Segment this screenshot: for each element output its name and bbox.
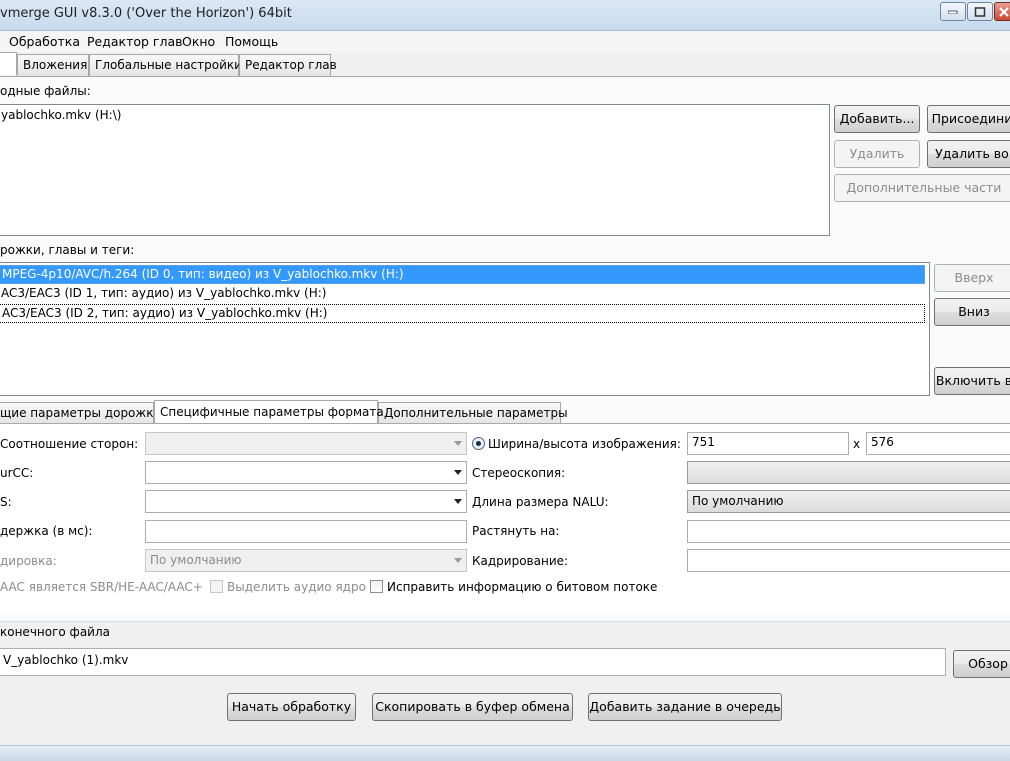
fps-select[interactable]	[145, 490, 467, 513]
status-bar	[0, 745, 1010, 761]
source-files-label: одные файлы:	[0, 84, 91, 98]
props-tab-row: щие параметры дорожки Специфичные параме…	[0, 400, 1010, 424]
append-file-button[interactable]: Присоедини	[927, 105, 1010, 133]
menu-processing[interactable]: Обработка	[9, 34, 80, 49]
aspect-ratio-select[interactable]	[145, 432, 467, 455]
fourcc-select[interactable]	[145, 461, 467, 484]
tracks-label: рожки, главы и теги:	[0, 243, 135, 257]
nalu-size-select[interactable]: По умолчанию	[687, 490, 1010, 513]
sbr-aac-label: AAC является SBR/HE-AAC/AAC+	[0, 580, 203, 594]
delay-input[interactable]	[145, 520, 467, 543]
track-row[interactable]: MPEG-4p10/AVC/h.264 (ID 0, тип: видео) и…	[0, 265, 925, 284]
encoding-value: По умолчанию	[150, 553, 242, 567]
aspect-ratio-label: Соотношение сторон:	[0, 437, 139, 451]
add-file-button[interactable]: Добавить...	[834, 105, 920, 133]
move-down-button[interactable]: Вниз	[934, 298, 1010, 326]
crop-label: Кадрирование:	[472, 554, 569, 568]
encoding-label: дировка:	[0, 554, 57, 568]
width-input[interactable]: 751	[687, 432, 849, 455]
maximize-icon	[974, 6, 986, 17]
source-files-list[interactable]: yablochko.mkv (H:\)	[0, 104, 830, 236]
nalu-size-value: По умолчанию	[692, 494, 784, 508]
width-height-label: Ширина/высота изображения:	[488, 437, 681, 451]
audio-core-checkbox[interactable]	[210, 580, 223, 593]
audio-core-label: Выделить аудио ядро	[227, 580, 366, 594]
menu-bar: Обработка Редактор глав Окно Помощь	[0, 31, 1010, 52]
menu-help[interactable]: Помощь	[225, 34, 278, 49]
copy-to-clipboard-button[interactable]: Скопировать в буфер обмена	[372, 693, 573, 721]
encoding-select[interactable]: По умолчанию	[145, 549, 467, 572]
enable-button[interactable]: Включить в	[934, 367, 1010, 395]
track-row[interactable]: AC3/EAC3 (ID 1, тип: аудио) из V_yabloch…	[0, 285, 925, 304]
tab-format-specific-options[interactable]: Специфичные параметры формата	[154, 400, 384, 423]
minimize-button[interactable]	[940, 2, 966, 21]
fix-bitstream-label: Исправить информацию о битовом потоке	[387, 580, 658, 594]
tab-general-track-options[interactable]: щие параметры дорожки	[0, 402, 161, 424]
close-button[interactable]	[994, 2, 1010, 21]
browse-button[interactable]: Обзор	[953, 650, 1010, 678]
output-file-label: конечного файла	[0, 625, 110, 639]
minimize-icon	[948, 10, 958, 14]
window-title: vmerge GUI v8.3.0 ('Over the Horizon') 6…	[0, 6, 292, 21]
tracks-list[interactable]: MPEG-4p10/AVC/h.264 (ID 0, тип: видео) и…	[0, 262, 930, 396]
output-file-input[interactable]: V_yablochko (1).mkv	[0, 648, 946, 676]
width-height-radio[interactable]	[472, 437, 485, 450]
add-to-queue-button[interactable]: Добавить задание в очередь	[588, 693, 782, 721]
crop-input[interactable]	[687, 549, 1010, 572]
track-row[interactable]: AC3/EAC3 (ID 2, тип: аудио) из V_yabloch…	[0, 304, 925, 323]
additional-parts-button[interactable]: Дополнительные части	[834, 174, 1010, 202]
nalu-size-label: Длина размера NALU:	[472, 495, 609, 509]
height-input[interactable]: 576	[866, 432, 1010, 455]
remove-all-button[interactable]: Удалить во	[927, 140, 1010, 168]
remove-file-button[interactable]: Удалить	[834, 140, 920, 168]
tab-input[interactable]	[0, 52, 17, 75]
output-group-border	[0, 621, 1010, 622]
menu-chapter-editor[interactable]: Редактор глав	[87, 34, 183, 49]
stretch-label: Растянуть на:	[472, 524, 560, 538]
stereoscopy-select[interactable]	[687, 461, 1010, 484]
menu-window[interactable]: Окно	[182, 34, 215, 49]
fourcc-label: urCC:	[0, 466, 34, 480]
source-file-item[interactable]: yablochko.mkv (H:\)	[0, 107, 123, 126]
tab-global-settings[interactable]: Глобальные настройки	[89, 54, 242, 76]
maximize-button[interactable]	[967, 2, 993, 21]
stretch-input[interactable]	[687, 520, 1010, 543]
fps-label: S:	[0, 495, 12, 509]
tab-extra-options[interactable]: Дополнительные параметры	[378, 402, 568, 424]
main-tab-row: Вложения Глобальные настройки Редактор г…	[0, 52, 1010, 76]
delay-label: держка (в мс):	[0, 524, 93, 538]
close-icon	[999, 6, 1009, 17]
fix-bitstream-checkbox[interactable]	[370, 580, 383, 593]
move-up-button[interactable]: Вверх	[934, 264, 1010, 292]
dimension-separator: x	[853, 437, 861, 451]
tab-attachments[interactable]: Вложения	[17, 54, 89, 76]
start-muxing-button[interactable]: Начать обработку	[227, 693, 356, 721]
stereoscopy-label: Стереоскопия:	[472, 466, 566, 480]
tab-chapter-editor[interactable]: Редактор глав	[239, 54, 337, 76]
title-bar: vmerge GUI v8.3.0 ('Over the Horizon') 6…	[0, 0, 1010, 31]
